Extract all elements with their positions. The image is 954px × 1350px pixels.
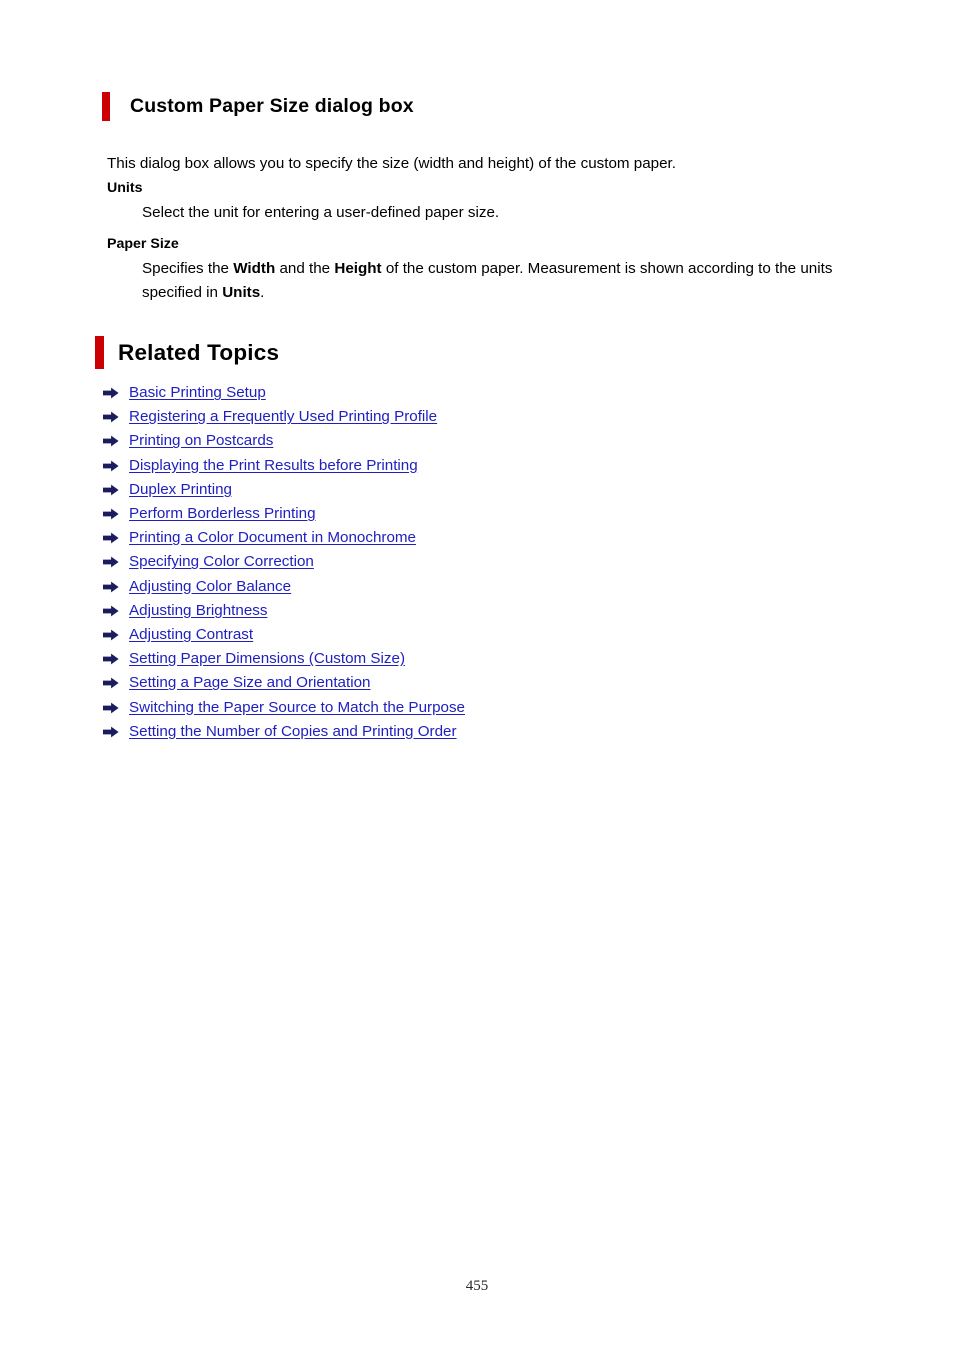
heading-accent-bar: [102, 92, 110, 121]
related-topic-link[interactable]: Adjusting Contrast: [129, 626, 253, 644]
list-item[interactable]: Setting Paper Dimensions (Custom Size): [103, 647, 465, 671]
list-item[interactable]: Registering a Frequently Used Printing P…: [103, 405, 465, 429]
desc-bold-width: Width: [233, 260, 276, 277]
definition-description-units: Select the unit for entering a user-defi…: [142, 204, 500, 221]
related-topic-link[interactable]: Setting Paper Dimensions (Custom Size): [129, 650, 405, 668]
arrow-right-icon: [103, 702, 119, 713]
related-topic-link[interactable]: Basic Printing Setup: [129, 384, 266, 402]
related-topics-title-text: Related Topics: [118, 340, 280, 365]
arrow-right-icon: [103, 653, 119, 665]
related-topic-link[interactable]: Registering a Frequently Used Printing P…: [129, 408, 437, 426]
arrow-right-icon: [103, 726, 119, 738]
list-item[interactable]: Displaying the Print Results before Prin…: [103, 454, 465, 478]
list-item[interactable]: Duplex Printing: [103, 478, 465, 502]
page-title: Custom Paper Size dialog box: [102, 92, 414, 121]
arrow-right-icon: [103, 460, 119, 472]
heading-accent-bar: [95, 336, 104, 369]
arrow-right-icon: [103, 411, 119, 423]
list-item[interactable]: Specifying Color Correction: [103, 550, 465, 574]
desc-part-1: Specifies the: [142, 260, 234, 277]
related-topics-title: Related Topics: [95, 336, 279, 369]
list-item[interactable]: Basic Printing Setup: [103, 381, 465, 405]
definition-term-paper-size: Paper Size: [107, 236, 179, 252]
desc-bold-units: Units: [222, 284, 261, 301]
related-topic-link[interactable]: Switching the Paper Source to Match the …: [129, 699, 465, 717]
related-topic-link[interactable]: Setting the Number of Copies and Printin…: [129, 723, 457, 741]
desc-part-4: .: [260, 284, 265, 301]
list-item[interactable]: Printing on Postcards: [103, 429, 465, 453]
related-topic-link[interactable]: Printing on Postcards: [129, 432, 273, 450]
arrow-right-icon: [103, 387, 119, 399]
arrow-right-icon: [103, 508, 119, 520]
related-topic-link[interactable]: Perform Borderless Printing: [129, 505, 316, 523]
arrow-right-icon: [103, 677, 119, 689]
related-topic-link[interactable]: Displaying the Print Results before Prin…: [129, 457, 418, 475]
arrow-right-icon: [103, 605, 119, 617]
related-topic-link[interactable]: Printing a Color Document in Monochrome: [129, 529, 416, 547]
list-item[interactable]: Setting the Number of Copies and Printin…: [103, 720, 465, 744]
list-item[interactable]: Switching the Paper Source to Match the …: [103, 695, 465, 719]
related-topic-link[interactable]: Adjusting Color Balance: [129, 578, 291, 596]
list-item[interactable]: Printing a Color Document in Monochrome: [103, 526, 465, 550]
list-item[interactable]: Adjusting Color Balance: [103, 575, 465, 599]
intro-paragraph: This dialog box allows you to specify th…: [107, 155, 676, 173]
list-item[interactable]: Adjusting Contrast: [103, 623, 465, 647]
arrow-right-icon: [103, 436, 119, 447]
arrow-right-icon: [103, 532, 119, 544]
list-item[interactable]: Setting a Page Size and Orientation: [103, 671, 465, 695]
arrow-right-icon: [103, 484, 119, 496]
page-title-text: Custom Paper Size dialog box: [130, 95, 414, 117]
definition-term-units: Units: [107, 180, 143, 196]
related-topic-link[interactable]: Specifying Color Correction: [129, 553, 314, 571]
list-item[interactable]: Perform Borderless Printing: [103, 502, 465, 526]
arrow-right-icon: [103, 629, 119, 641]
list-item[interactable]: Adjusting Brightness: [103, 599, 465, 623]
desc-bold-height: Height: [334, 260, 382, 277]
related-topics-list: Basic Printing Setup Registering a Freque…: [103, 381, 465, 744]
related-topic-link[interactable]: Duplex Printing: [129, 481, 232, 499]
arrow-right-icon: [103, 581, 119, 592]
desc-part-2: and the: [275, 260, 335, 277]
related-topic-link[interactable]: Adjusting Brightness: [129, 602, 267, 620]
related-topic-link[interactable]: Setting a Page Size and Orientation: [129, 674, 370, 692]
help-page: Custom Paper Size dialog box This dialog…: [0, 0, 954, 1350]
definition-description-paper-size: Specifies the Width and the Height of th…: [142, 257, 842, 305]
page-number: 455: [465, 1278, 489, 1294]
arrow-right-icon: [103, 557, 119, 568]
